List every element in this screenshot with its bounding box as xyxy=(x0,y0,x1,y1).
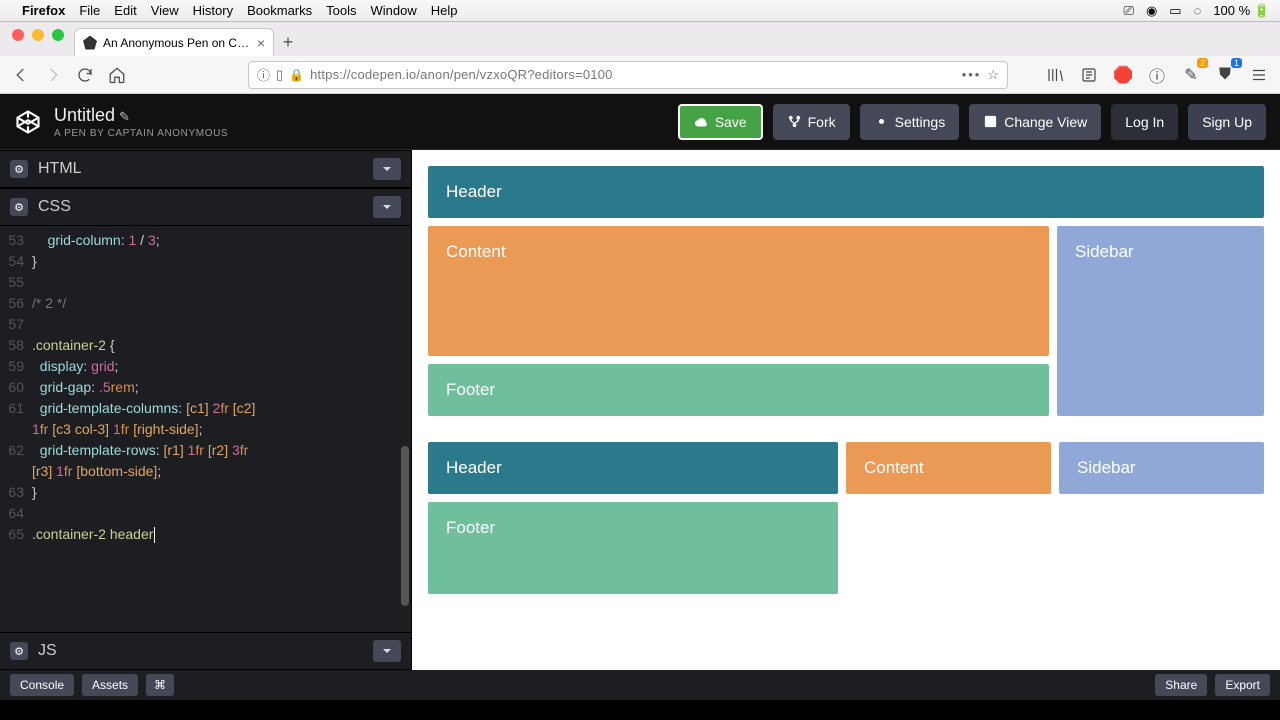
js-panel-label: JS xyxy=(38,642,57,660)
hamburger-menu-icon[interactable] xyxy=(1248,64,1270,86)
css-editor[interactable]: 53 grid-column: 1 / 3; 54} 55 56/* 2 */ … xyxy=(0,226,411,632)
control-icon[interactable]: ▭ xyxy=(1169,3,1181,19)
menu-edit[interactable]: Edit xyxy=(114,3,136,18)
change-view-button[interactable]: Change View xyxy=(969,104,1101,140)
siri-icon[interactable]: ◉ xyxy=(1146,3,1157,19)
edit-title-icon[interactable]: ✎ xyxy=(119,109,130,124)
lock-icon: 🔒 xyxy=(289,68,304,82)
css-panel-header[interactable]: ⚙ CSS xyxy=(0,188,411,226)
codepen-header: Untitled✎ A PEN BY CAPTAIN ANONYMOUS Sav… xyxy=(0,94,1280,150)
pen-title[interactable]: Untitled✎ xyxy=(54,105,228,126)
shield-icon[interactable]: ▯ xyxy=(276,67,283,83)
fork-button[interactable]: Fork xyxy=(773,104,850,140)
console-button[interactable]: Console xyxy=(10,674,74,696)
preview-content-2: Content xyxy=(846,442,1051,494)
battery-status[interactable]: 100 % 🔋 xyxy=(1213,3,1270,19)
css-chevron-icon[interactable] xyxy=(373,196,401,218)
editor-scrollbar[interactable] xyxy=(399,226,409,632)
spotlight-icon[interactable]: ◌ xyxy=(1194,3,1202,18)
preview-footer-1: Footer xyxy=(428,364,1049,416)
reload-button[interactable] xyxy=(74,64,96,86)
menu-file[interactable]: File xyxy=(79,3,100,18)
firefox-window: An Anonymous Pen on CodePe × + ⓘ ▯ 🔒 htt… xyxy=(0,22,1280,94)
menu-bookmarks[interactable]: Bookmarks xyxy=(247,3,312,18)
help-icon[interactable]: ⓘ xyxy=(1146,64,1168,86)
codepen-favicon-icon xyxy=(83,36,97,50)
preview-sidebar-2: Sidebar xyxy=(1059,442,1264,494)
signup-button[interactable]: Sign Up xyxy=(1188,104,1266,140)
close-tab-icon[interactable]: × xyxy=(257,35,265,51)
url-text: https://codepen.io/anon/pen/vzxoQR?edito… xyxy=(310,67,956,82)
codepen-body: ⚙ HTML ⚙ CSS 53 grid-column: 1 / 3; 54} … xyxy=(0,150,1280,670)
forward-button[interactable] xyxy=(42,64,64,86)
html-panel-label: HTML xyxy=(38,160,82,178)
editor-column: ⚙ HTML ⚙ CSS 53 grid-column: 1 / 3; 54} … xyxy=(0,150,412,670)
window-controls xyxy=(8,29,74,49)
preview-footer-2: Footer xyxy=(428,502,838,594)
info-icon[interactable]: ⓘ xyxy=(257,65,270,84)
menu-help[interactable]: Help xyxy=(431,3,458,18)
html-chevron-icon[interactable] xyxy=(373,158,401,180)
preview-sidebar-1: Sidebar xyxy=(1057,226,1264,416)
menu-view[interactable]: View xyxy=(151,3,179,18)
export-button[interactable]: Export xyxy=(1215,674,1270,696)
home-button[interactable] xyxy=(106,64,128,86)
text-cursor xyxy=(154,527,155,543)
back-button[interactable] xyxy=(10,64,32,86)
html-panel-header[interactable]: ⚙ HTML xyxy=(0,150,411,188)
browser-toolbar: ⓘ ▯ 🔒 https://codepen.io/anon/pen/vzxoQR… xyxy=(0,56,1280,94)
assets-button[interactable]: Assets xyxy=(82,674,138,696)
library-icon[interactable] xyxy=(1044,64,1066,86)
css-settings-icon[interactable]: ⚙ xyxy=(10,198,28,216)
preview-header-2: Header xyxy=(428,442,838,494)
airplay-icon[interactable]: ⎚ xyxy=(1124,3,1134,19)
zoom-window-button[interactable] xyxy=(52,29,64,41)
menu-tools[interactable]: Tools xyxy=(326,3,356,18)
grid-container-2: Header Content Sidebar Footer xyxy=(428,442,1264,594)
browser-tab[interactable]: An Anonymous Pen on CodePe × xyxy=(74,28,274,56)
abp-icon[interactable]: 🛑 xyxy=(1112,64,1134,86)
save-button[interactable]: Save xyxy=(678,104,763,140)
grid-container-1: Header Content Sidebar Footer xyxy=(428,166,1264,416)
url-bar[interactable]: ⓘ ▯ 🔒 https://codepen.io/anon/pen/vzxoQR… xyxy=(248,61,1008,89)
preview-header-1: Header xyxy=(428,166,1264,218)
new-tab-button[interactable]: + xyxy=(274,28,302,56)
share-button[interactable]: Share xyxy=(1155,674,1207,696)
settings-button[interactable]: Settings xyxy=(860,104,960,140)
codepen-footer: Console Assets ⌘ Share Export xyxy=(0,670,1280,700)
tab-title: An Anonymous Pen on CodePe xyxy=(103,36,251,50)
css-panel-label: CSS xyxy=(38,198,71,216)
tab-strip: An Anonymous Pen on CodePe × + xyxy=(0,22,1280,56)
macos-menubar: Firefox File Edit View History Bookmarks… xyxy=(0,0,1280,22)
codepen-logo-icon[interactable] xyxy=(14,108,42,136)
codepen-app: Untitled✎ A PEN BY CAPTAIN ANONYMOUS Sav… xyxy=(0,94,1280,700)
js-panel-header[interactable]: ⚙ JS xyxy=(0,632,411,670)
shortcuts-button[interactable]: ⌘ xyxy=(146,674,174,696)
extension1-icon[interactable]: ✎ xyxy=(1180,64,1202,86)
js-chevron-icon[interactable] xyxy=(373,640,401,662)
page-actions-icon[interactable]: ••• xyxy=(962,67,982,82)
login-button[interactable]: Log In xyxy=(1111,104,1178,140)
preview-pane: Header Content Sidebar Footer Header Con… xyxy=(412,150,1280,670)
bookmark-star-icon[interactable]: ☆ xyxy=(987,67,999,83)
reader-icon[interactable] xyxy=(1078,64,1100,86)
pen-author: A PEN BY CAPTAIN ANONYMOUS xyxy=(54,128,228,139)
menu-history[interactable]: History xyxy=(193,3,233,18)
extension2-icon[interactable]: ⛊ xyxy=(1214,64,1236,86)
preview-content-1: Content xyxy=(428,226,1049,356)
minimize-window-button[interactable] xyxy=(32,29,44,41)
menu-window[interactable]: Window xyxy=(371,3,417,18)
app-menu[interactable]: Firefox xyxy=(22,3,65,18)
js-settings-icon[interactable]: ⚙ xyxy=(10,642,28,660)
close-window-button[interactable] xyxy=(12,29,24,41)
html-settings-icon[interactable]: ⚙ xyxy=(10,160,28,178)
